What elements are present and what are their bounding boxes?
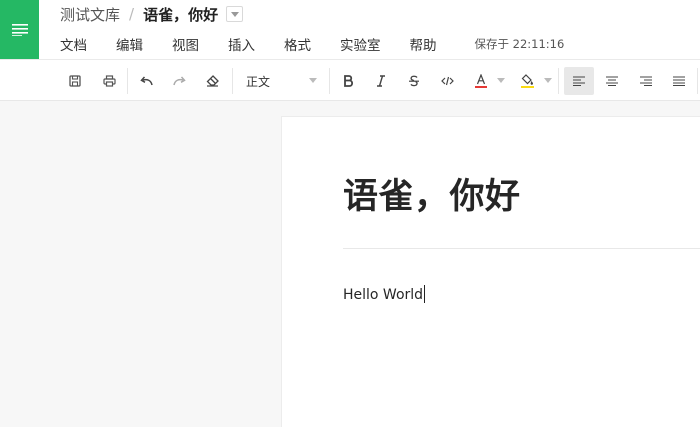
breadcrumb-library-link[interactable]: 测试文库 <box>60 4 120 25</box>
code-button[interactable] <box>433 67 461 95</box>
save-button[interactable] <box>61 67 89 95</box>
align-left-icon <box>573 76 585 86</box>
italic-button[interactable] <box>367 67 395 95</box>
print-button[interactable] <box>95 67 123 95</box>
breadcrumb: 测试文库 / 语雀，你好 <box>60 4 244 25</box>
clear-format-icon <box>206 75 219 87</box>
toolbar-divider <box>232 68 233 94</box>
clear-format-button[interactable] <box>198 67 226 95</box>
redo-icon <box>172 76 186 86</box>
toolbar-divider <box>329 68 330 94</box>
menu-item-format[interactable]: 格式 <box>284 34 311 54</box>
bold-button[interactable] <box>334 67 362 95</box>
body-paragraph[interactable]: Hello World <box>343 287 423 303</box>
menu-item-insert[interactable]: 插入 <box>228 34 255 54</box>
document-dropdown-button[interactable] <box>226 6 244 22</box>
document-body[interactable]: Hello World <box>343 285 426 303</box>
highlight-dropdown-icon[interactable] <box>544 78 552 83</box>
paragraph-style-value: 正文 <box>246 74 271 89</box>
caret-down-icon <box>230 11 239 17</box>
highlight-button[interactable] <box>513 67 541 95</box>
save-status: 保存于 22:11:16 <box>474 37 565 51</box>
document-page[interactable]: 语雀，你好 Hello World <box>281 116 700 427</box>
title-divider <box>343 248 700 249</box>
align-center-icon <box>606 76 618 86</box>
breadcrumb-separator: / <box>129 5 135 23</box>
app-header: 测试文库 / 语雀，你好 文档 编辑 视图 插入 格式 实验室 帮助 保存于 2… <box>0 0 700 59</box>
align-right-button[interactable] <box>632 67 660 95</box>
undo-icon <box>139 76 153 86</box>
menu-item-help[interactable]: 帮助 <box>410 34 437 54</box>
redo-button[interactable] <box>165 67 193 95</box>
font-color-button[interactable] <box>467 67 495 95</box>
code-icon <box>440 76 454 86</box>
menu-item-edit[interactable]: 编辑 <box>116 34 143 54</box>
breadcrumb-document-title: 语雀，你好 <box>143 5 219 24</box>
menu-item-document[interactable]: 文档 <box>60 34 87 54</box>
hamburger-icon <box>11 23 28 36</box>
justify-icon <box>673 76 685 86</box>
bold-icon <box>343 75 353 87</box>
menu-item-lab[interactable]: 实验室 <box>340 34 381 54</box>
align-right-icon <box>640 76 652 86</box>
text-cursor <box>424 285 426 303</box>
toolbar-divider <box>558 68 559 94</box>
italic-icon <box>377 75 385 87</box>
menu-logo-button[interactable] <box>0 0 39 59</box>
paragraph-style-select[interactable]: 正文 <box>241 67 321 95</box>
undo-button[interactable] <box>132 67 160 95</box>
font-color-dropdown-icon[interactable] <box>497 78 505 83</box>
highlight-icon <box>520 74 534 88</box>
font-color-icon <box>475 74 487 88</box>
justify-button[interactable] <box>665 67 693 95</box>
print-icon <box>102 75 116 87</box>
align-center-button[interactable] <box>598 67 626 95</box>
strikethrough-icon <box>409 75 419 87</box>
menu-bar: 文档 编辑 视图 插入 格式 实验室 帮助 保存于 22:11:16 <box>60 34 564 54</box>
align-left-button[interactable] <box>564 67 594 95</box>
toolbar-divider <box>697 68 698 94</box>
save-icon <box>69 75 81 87</box>
caret-down-icon <box>309 78 317 83</box>
strikethrough-button[interactable] <box>400 67 428 95</box>
menu-item-view[interactable]: 视图 <box>172 34 199 54</box>
editor-toolbar: 正文 <box>0 59 700 101</box>
document-title[interactable]: 语雀，你好 <box>343 168 521 219</box>
toolbar-divider <box>127 68 128 94</box>
